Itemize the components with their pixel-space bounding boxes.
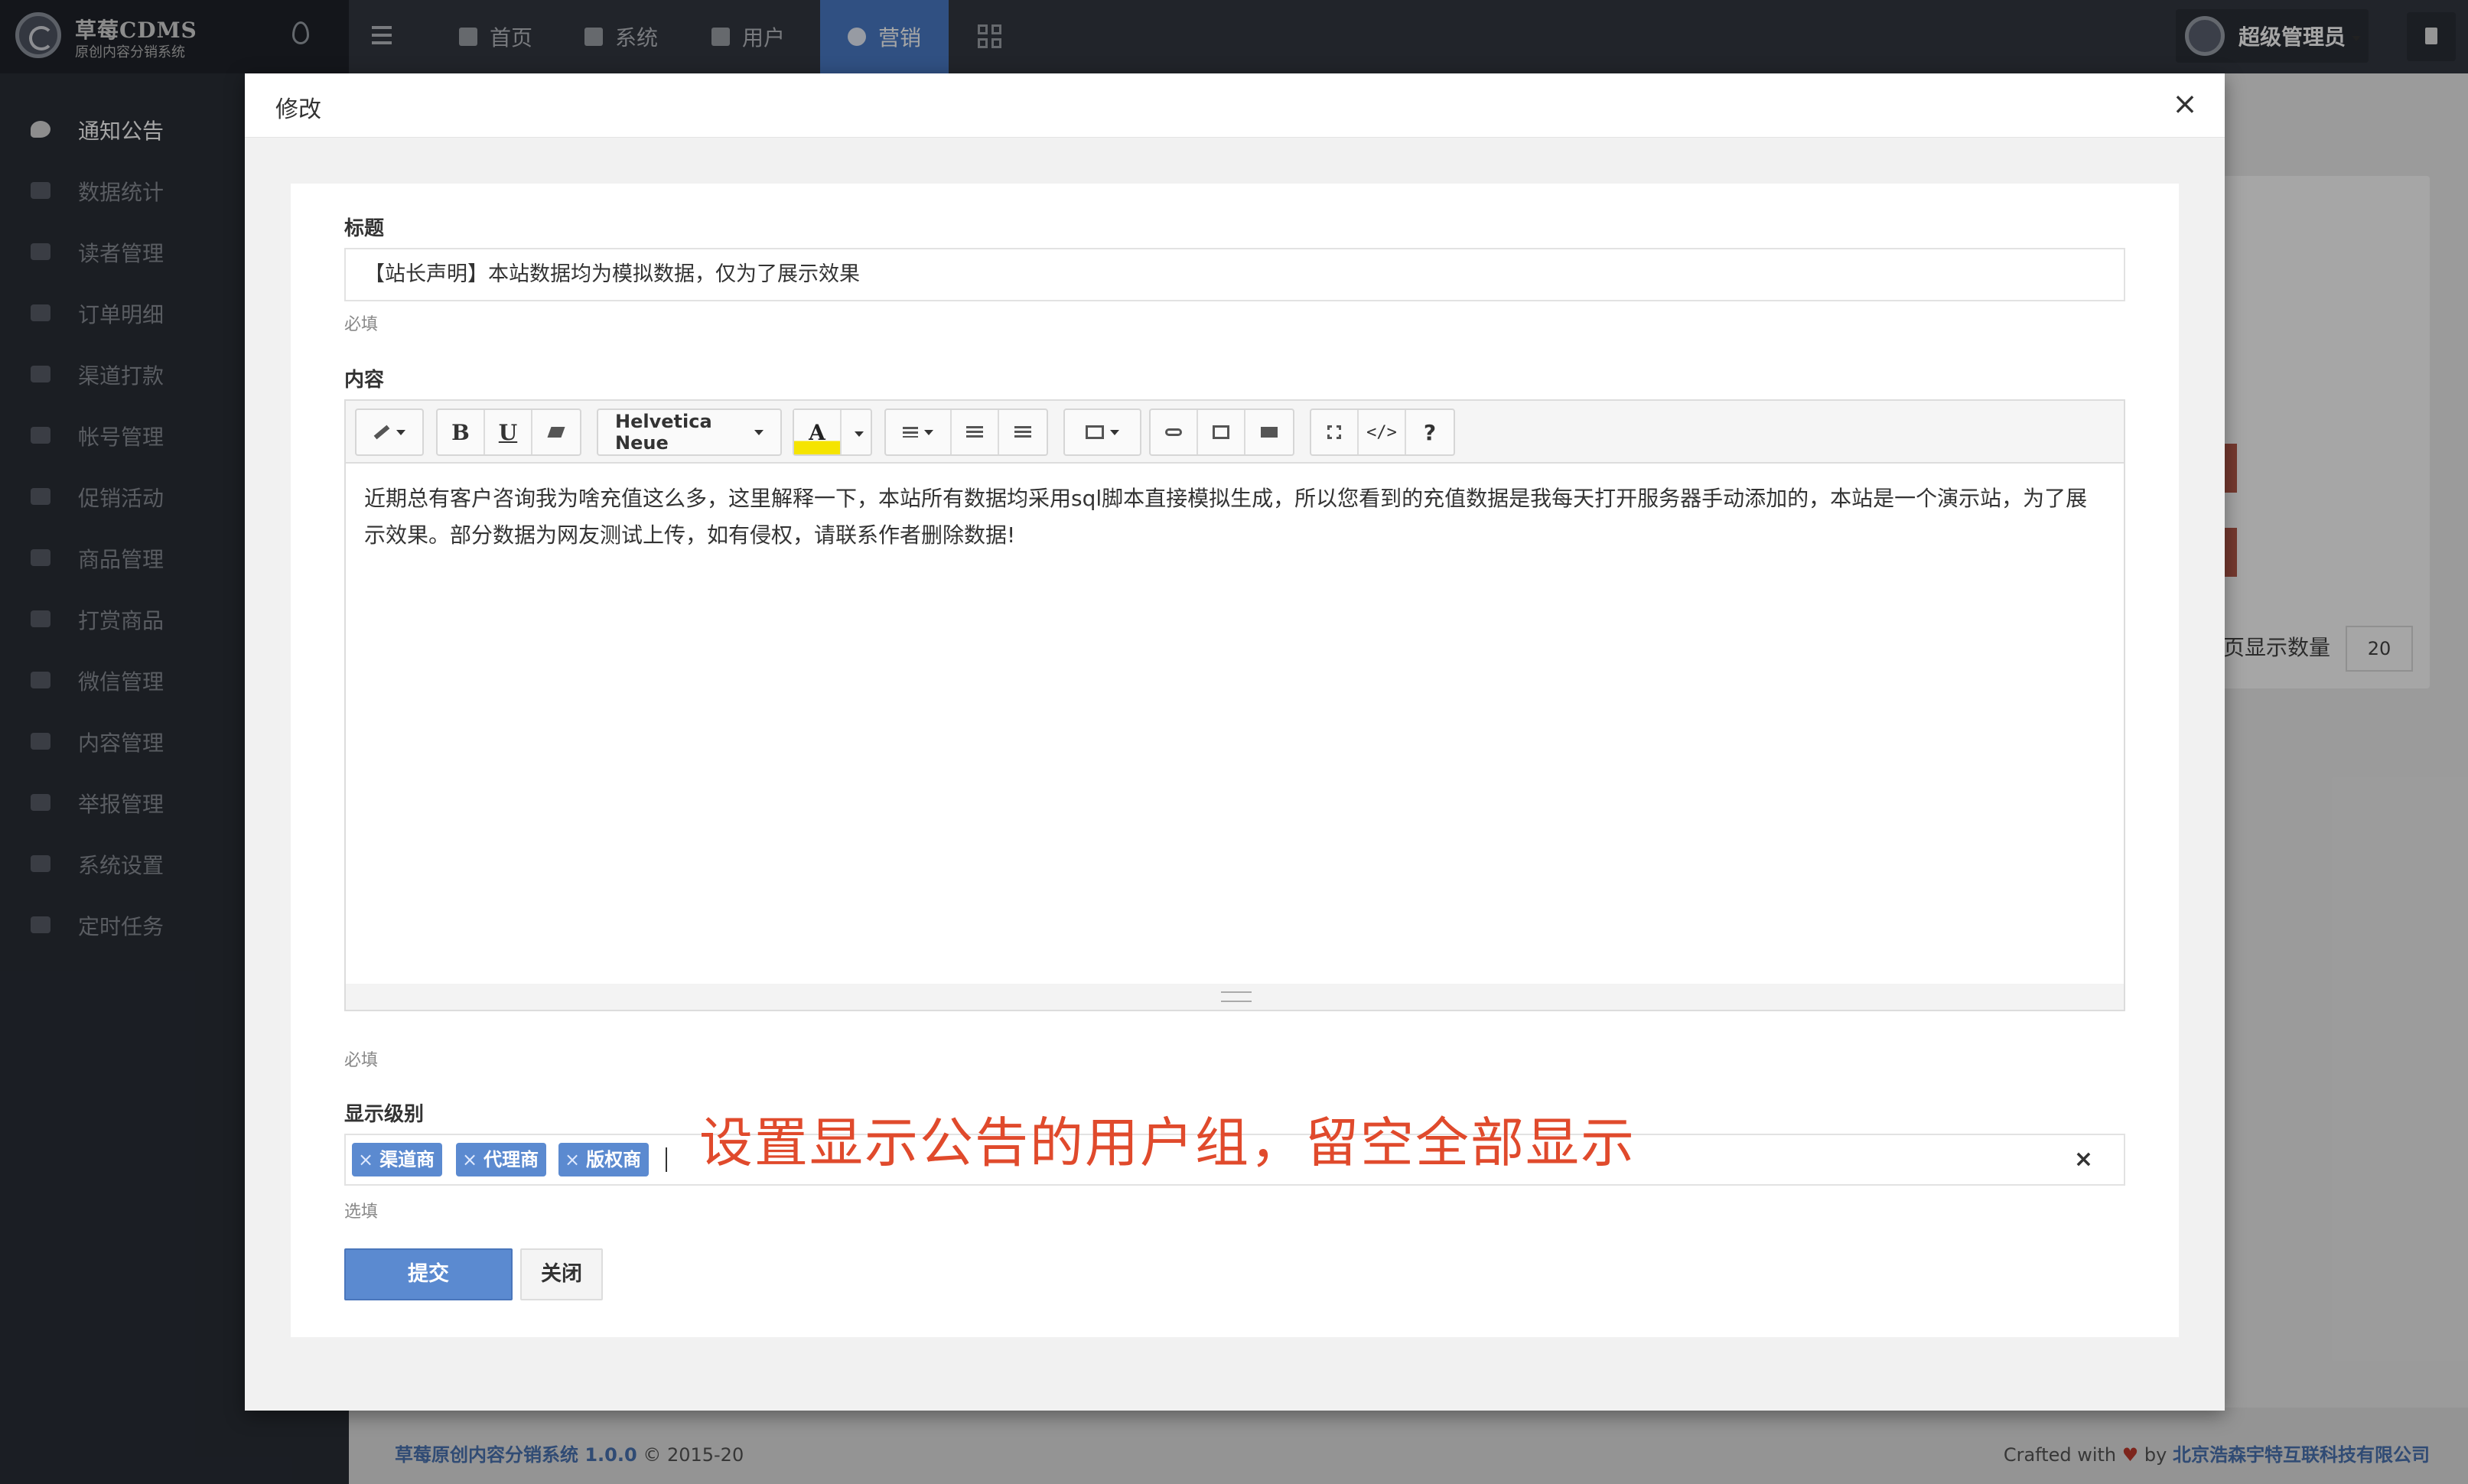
close-button[interactable]: 关闭 — [520, 1248, 603, 1300]
modal-header: 修改 × — [245, 73, 2225, 138]
eraser-icon[interactable] — [532, 410, 580, 454]
fullscreen-icon[interactable] — [1311, 410, 1359, 454]
edit-modal: 修改 × 标题 【站长声明】本站数据均为模拟数据，仅为了展示效果 必填 内容 B… — [245, 73, 2225, 1411]
font-family-select[interactable]: Helvetica Neue — [598, 410, 780, 454]
clear-icon[interactable]: × — [2074, 1146, 2093, 1173]
tag-label: 代理商 — [484, 1149, 539, 1170]
title-label: 标题 — [344, 217, 385, 240]
content-label: 内容 — [344, 369, 385, 392]
rich-text-editor: B U Helvetica Neue A </> ? 近期总有客户咨询我为啥充值… — [344, 399, 2125, 1011]
resize-handle[interactable] — [346, 984, 2124, 1010]
color-dropdown-icon[interactable] — [842, 410, 871, 454]
title-help: 必填 — [344, 315, 379, 334]
help-button[interactable]: ? — [1406, 410, 1454, 454]
toolbar-group-para — [884, 408, 1048, 456]
tag-channel: × 渠道商 — [352, 1143, 443, 1176]
tag-remove-icon[interactable]: × — [462, 1149, 477, 1170]
text-cursor — [666, 1147, 667, 1172]
toolbar-group-misc: </> ? — [1310, 408, 1455, 456]
tag-agent: × 代理商 — [456, 1143, 547, 1176]
toolbar-group-style — [355, 408, 424, 456]
toolbar-group-table — [1063, 408, 1141, 456]
tag-remove-icon[interactable]: × — [565, 1149, 580, 1170]
video-icon[interactable] — [1245, 410, 1293, 454]
title-input[interactable]: 【站长声明】本站数据均为模拟数据，仅为了展示效果 — [344, 248, 2125, 301]
image-icon[interactable] — [1198, 410, 1245, 454]
submit-button[interactable]: 提交 — [344, 1248, 513, 1300]
magic-wand-icon[interactable] — [357, 410, 422, 454]
tag-label: 版权商 — [586, 1149, 642, 1170]
editor-content[interactable]: 近期总有客户咨询我为啥充值这么多，这里解释一下，本站所有数据均采用sql脚本直接… — [346, 464, 2124, 984]
bullet-list-icon[interactable] — [952, 410, 999, 454]
table-icon[interactable] — [1065, 410, 1140, 454]
content-help: 必填 — [344, 1051, 379, 1070]
align-icon[interactable] — [886, 410, 952, 454]
editor-toolbar: B U Helvetica Neue A </> ? — [346, 401, 2124, 464]
toolbar-group-font: Helvetica Neue — [597, 408, 782, 456]
level-label: 显示级别 — [344, 1103, 425, 1126]
bold-button[interactable]: B — [438, 410, 485, 454]
numbered-list-icon[interactable] — [999, 410, 1047, 454]
code-view-button[interactable]: </> — [1359, 410, 1406, 454]
level-help: 选填 — [344, 1202, 379, 1222]
underline-button[interactable]: U — [485, 410, 532, 454]
tag-copyright: × 版权商 — [558, 1143, 650, 1176]
toolbar-group-insert — [1149, 408, 1294, 456]
annotation-text: 设置显示公告的用户组，留空全部显示 — [699, 1111, 1636, 1174]
toolbar-group-color: A — [793, 408, 872, 456]
text-color-button[interactable]: A — [794, 410, 842, 454]
tag-remove-icon[interactable]: × — [358, 1149, 373, 1170]
close-icon[interactable]: × — [2170, 89, 2200, 121]
tag-label: 渠道商 — [379, 1149, 435, 1170]
link-icon[interactable] — [1151, 410, 1198, 454]
edit-form: 标题 【站长声明】本站数据均为模拟数据，仅为了展示效果 必填 内容 B U He… — [291, 184, 2179, 1337]
modal-title: 修改 — [275, 96, 321, 123]
toolbar-group-format: B U — [436, 408, 581, 456]
